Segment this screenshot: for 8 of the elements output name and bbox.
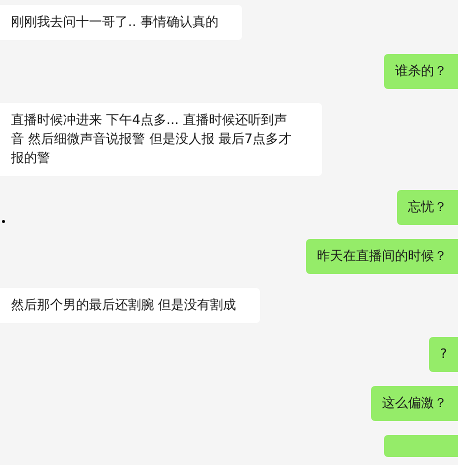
message-bubble: 然后那个男的最后还割腕 但是没有割成	[0, 288, 260, 323]
message-bubble: 谁杀的？	[384, 54, 458, 89]
message-bubble: 忘忧？	[397, 190, 458, 225]
message-bubble: 刚刚我去问十一哥了.. 事情确认真的	[0, 5, 242, 40]
message-bubble: ?	[429, 337, 458, 372]
message-bubble: 直播时候冲进来 下午4点多... 直播时候还听到声音 然后细微声音说报警 但是没人报 最后7点多才报的警	[0, 103, 322, 176]
message-bubble: 昨天在直播间的时候？	[306, 239, 458, 274]
message-bubble: 这么偏激？	[371, 386, 458, 421]
